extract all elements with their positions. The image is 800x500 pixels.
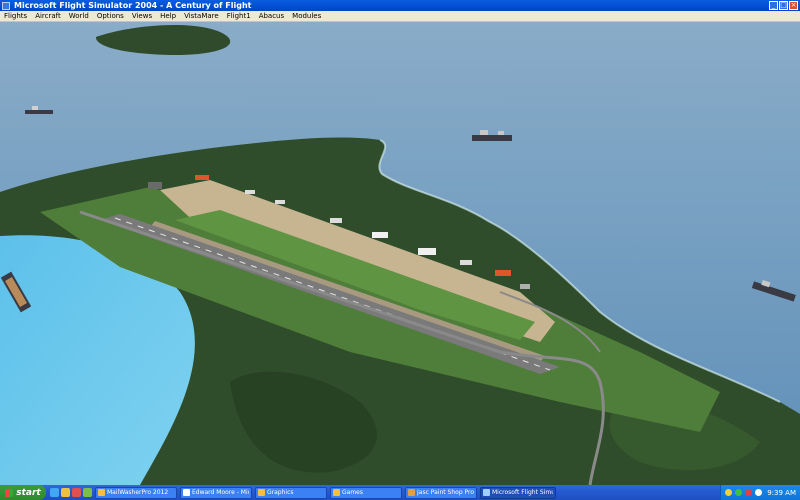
word-icon <box>183 489 190 496</box>
terminal-building <box>330 218 342 223</box>
flightsim-icon <box>483 489 490 496</box>
simulator-viewport[interactable] <box>0 22 800 485</box>
fuel-tank <box>148 182 162 189</box>
tray-icon[interactable] <box>725 489 733 496</box>
desktop-icon[interactable] <box>83 488 92 497</box>
app-icon <box>2 1 10 10</box>
tray-icon[interactable] <box>745 489 753 496</box>
menu-vistamare[interactable]: VistaMare <box>180 12 223 20</box>
close-button[interactable]: × <box>789 1 798 10</box>
folder-icon <box>258 489 265 496</box>
terminal-building <box>418 248 436 255</box>
paint-icon <box>408 489 415 496</box>
mail-icon <box>98 489 105 496</box>
menu-flights[interactable]: Flights <box>0 12 31 20</box>
start-label: start <box>16 487 41 498</box>
menu-options[interactable]: Options <box>93 12 128 20</box>
tray-icon[interactable] <box>735 489 743 496</box>
folder-icon <box>333 489 340 496</box>
taskbar-item-games[interactable]: Games <box>330 486 402 499</box>
menu-help[interactable]: Help <box>156 12 180 20</box>
volume-icon[interactable] <box>755 489 763 496</box>
terminal-building <box>372 232 388 238</box>
terminal-building <box>245 190 255 194</box>
hangar-building <box>195 175 209 180</box>
menu-world[interactable]: World <box>65 12 93 20</box>
menu-flight1[interactable]: Flight1 <box>223 12 255 20</box>
terminal-building <box>460 260 472 265</box>
taskbar-item-paintshop[interactable]: Jasc Paint Shop Pro -... <box>405 486 477 499</box>
menu-abacus[interactable]: Abacus <box>255 12 288 20</box>
start-button[interactable]: start <box>0 485 46 500</box>
media-player-icon[interactable] <box>72 488 81 497</box>
hangar-building <box>495 270 511 276</box>
quick-launch <box>50 488 92 497</box>
menu-modules[interactable]: Modules <box>288 12 325 20</box>
internet-explorer-icon[interactable] <box>50 488 59 497</box>
folder-icon[interactable] <box>61 488 70 497</box>
title-bar: Microsoft Flight Simulator 2004 - A Cent… <box>0 0 800 11</box>
window-title: Microsoft Flight Simulator 2004 - A Cent… <box>14 1 252 10</box>
taskbar-item-mailwasher[interactable]: MailWasherPro 2012 <box>95 486 177 499</box>
window-controls: _ □ × <box>769 1 798 10</box>
menu-views[interactable]: Views <box>128 12 156 20</box>
menu-aircraft[interactable]: Aircraft <box>31 12 65 20</box>
minimize-button[interactable]: _ <box>769 1 778 10</box>
windows-logo-icon <box>5 488 14 497</box>
menu-bar: Flights Aircraft World Options Views Hel… <box>0 11 800 22</box>
terminal-building <box>275 200 285 204</box>
taskbar-item-graphics[interactable]: Graphics <box>255 486 327 499</box>
hangar-building <box>520 284 530 289</box>
maximize-button[interactable]: □ <box>779 1 788 10</box>
taskbar: start MailWasherPro 2012 Edward Moore - … <box>0 485 800 500</box>
taskbar-item-word[interactable]: Edward Moore - Micro... <box>180 486 252 499</box>
clock[interactable]: 9:39 AM <box>767 489 796 497</box>
aerial-scene <box>0 22 800 485</box>
system-tray: 9:39 AM <box>720 485 800 500</box>
taskbar-item-flightsim[interactable]: Microsoft Flight Simul... <box>480 486 556 499</box>
